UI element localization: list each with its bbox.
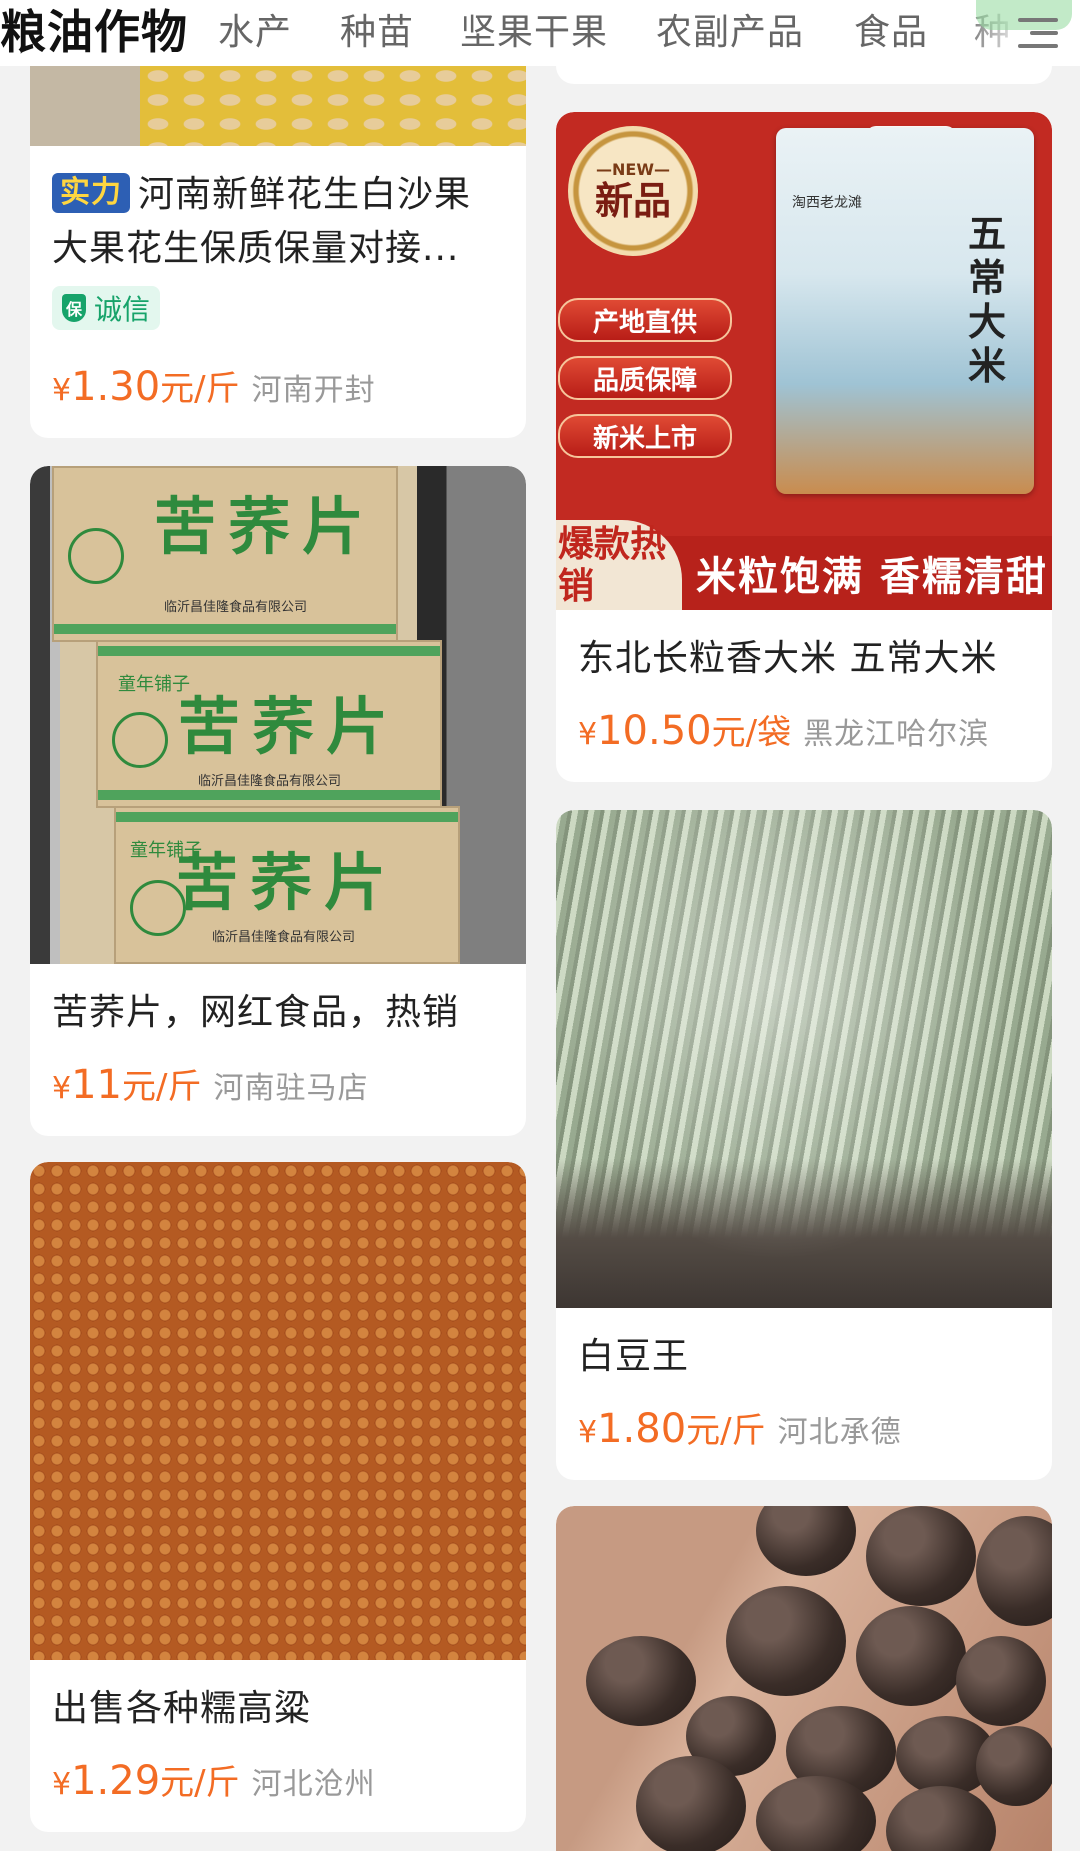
carton-box: 苦荞片 临沂昌佳隆食品有限公司 — [52, 466, 398, 642]
product-image-rice[interactable]: 淘西老龙滩 五常大米 —NEW— 新品 产地直供 品质保障 新米上市 爆款热销 … — [556, 112, 1052, 610]
price-row: ¥11元/斤 河南驻马店 — [52, 1060, 368, 1118]
tab-aquatic[interactable]: 水产 — [218, 8, 292, 58]
promo-pill: 品质保障 — [558, 356, 732, 400]
promo-banner: 爆款热销 米粒饱满 香糯清甜 — [556, 520, 1052, 610]
product-image-seeds[interactable] — [556, 1506, 1052, 1851]
product-card-peanut[interactable]: 实力 河南新鲜花生白沙果大果花生保质保量对接... 保 诚信 ¥1.30元/斤 河南… — [30, 40, 526, 438]
price: ¥11元/斤 — [52, 1062, 202, 1108]
hot-sale-tag: 爆款热销 — [556, 520, 682, 610]
product-card-sorghum[interactable]: 出售各种糯高粱 ¥1.29元/斤 河北沧州 — [30, 1162, 526, 1832]
product-card-buckwheat[interactable]: 苦荞片 临沂昌佳隆食品有限公司 童年铺子 苦荞片 临沂昌佳隆食品有限公司 童年铺… — [30, 466, 526, 1136]
promo-pill: 新米上市 — [558, 414, 732, 458]
product-feed-page: 粮油作物 水产 种苗 坚果干果 农副产品 食品 种 实力河南新鲜花生白沙果大果花… — [0, 0, 1080, 1851]
menu-icon[interactable] — [1018, 18, 1058, 50]
bag-brand: 淘西老龙滩 — [792, 195, 862, 211]
price-row: ¥10.50元/袋 黑龙江哈尔滨 — [578, 706, 989, 764]
verified-label: 诚信 — [94, 293, 151, 326]
beans-photo — [556, 810, 1052, 1308]
location: 河南开封 — [251, 373, 376, 408]
product-title[interactable]: 出售各种糯高粱 — [52, 1682, 506, 1736]
price: ¥1.30元/斤 — [52, 364, 240, 410]
bag-product-name: 五常大米 — [967, 211, 1006, 388]
product-card-rice[interactable]: 淘西老龙滩 五常大米 —NEW— 新品 产地直供 品质保障 新米上市 爆款热销 … — [556, 112, 1052, 782]
product-image-beans[interactable] — [556, 810, 1052, 1308]
price: ¥1.29元/斤 — [52, 1758, 240, 1804]
product-image-buckwheat[interactable]: 苦荞片 临沂昌佳隆食品有限公司 童年铺子 苦荞片 临沂昌佳隆食品有限公司 童年铺… — [30, 466, 526, 964]
location: 河南驻马店 — [213, 1071, 369, 1106]
tab-grain-oil[interactable]: 粮油作物 — [0, 4, 188, 60]
product-title[interactable]: 实力 河南新鲜花生白沙果大果花生保质保量对接... — [52, 168, 506, 276]
verified-badge: 保 诚信 — [52, 286, 161, 330]
product-title[interactable]: 苦荞片，网红食品，热销 — [52, 986, 506, 1040]
promo-slogan: 米粒饱满 香糯清甜 — [696, 554, 1048, 600]
product-card-seeds[interactable] — [556, 1506, 1052, 1851]
location: 河北沧州 — [251, 1767, 376, 1802]
promo-pill: 产地直供 — [558, 298, 732, 342]
tab-agri-products[interactable]: 农副产品 — [656, 8, 804, 58]
new-seal: —NEW— 新品 — [568, 126, 698, 256]
location: 黑龙江哈尔滨 — [803, 717, 990, 752]
location: 河北承德 — [777, 1415, 902, 1450]
category-tab-bar: 粮油作物 水产 种苗 坚果干果 农副产品 食品 种 — [0, 0, 1080, 66]
tab-nuts[interactable]: 坚果干果 — [460, 8, 608, 58]
carton-box: 童年铺子 苦荞片 临沂昌佳隆食品有限公司 — [96, 640, 442, 808]
price: ¥1.80元/斤 — [578, 1406, 766, 1452]
carton-box: 童年铺子 苦荞片 临沂昌佳隆食品有限公司 — [114, 806, 460, 964]
tab-seedlings[interactable]: 种苗 — [340, 8, 414, 58]
price: ¥10.50元/袋 — [578, 708, 792, 754]
product-image-sorghum[interactable] — [30, 1162, 526, 1660]
tab-food[interactable]: 食品 — [854, 8, 928, 58]
product-title[interactable]: 东北长粒香大米 五常大米 — [578, 632, 1032, 686]
product-card-beans[interactable]: 白豆王 ¥1.80元/斤 河北承德 — [556, 810, 1052, 1480]
price-row: ¥1.80元/斤 河北承德 — [578, 1404, 902, 1462]
product-title[interactable]: 白豆王 — [578, 1330, 1032, 1384]
strength-badge: 实力 — [52, 173, 130, 213]
price-row: ¥1.30元/斤 河南开封 — [52, 362, 376, 420]
shield-icon: 保 — [62, 294, 86, 322]
price-row: ¥1.29元/斤 河北沧州 — [52, 1756, 376, 1814]
